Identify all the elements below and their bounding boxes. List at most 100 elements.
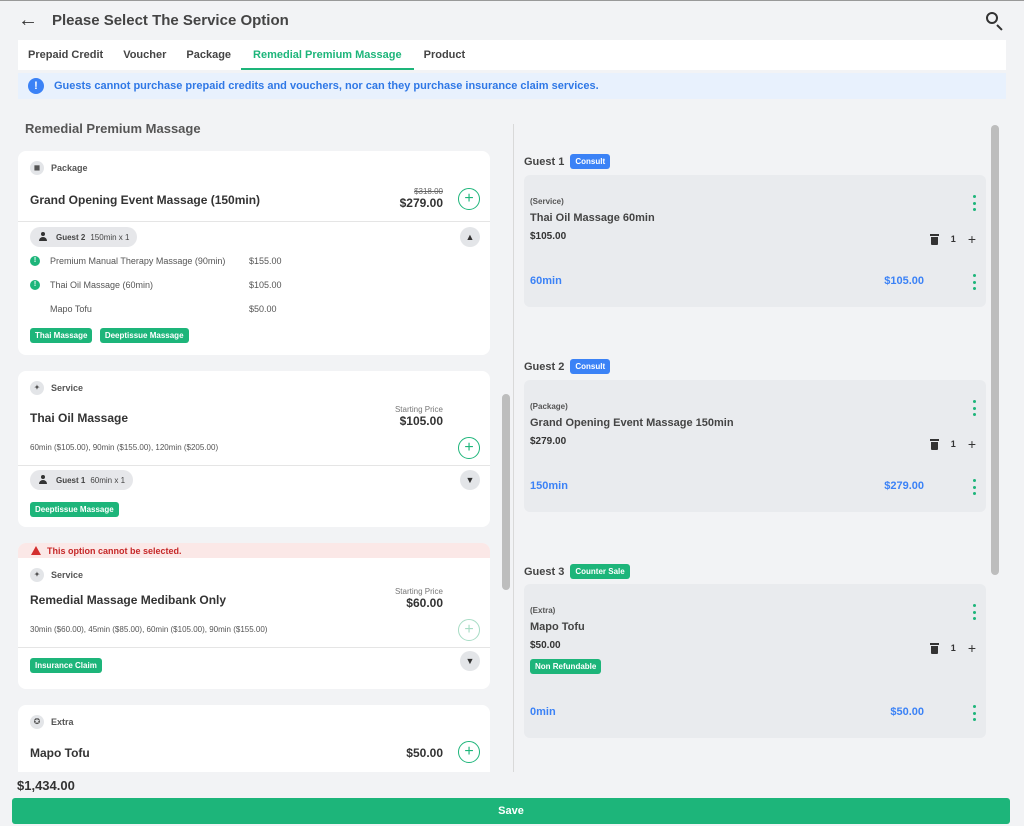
order-total: $1,434.00: [17, 778, 75, 793]
duration: 0min: [530, 706, 556, 718]
add-button[interactable]: +: [458, 188, 480, 210]
price: $105.00: [399, 414, 443, 428]
arrow-left-icon[interactable]: ←: [18, 9, 42, 32]
add-button-disabled: +: [458, 619, 480, 641]
trash-icon[interactable]: [929, 233, 939, 245]
category-tabs: Prepaid Credit Voucher Package Remedial …: [18, 40, 1006, 70]
plus-icon[interactable]: +: [968, 436, 976, 452]
plus-icon[interactable]: +: [968, 231, 976, 247]
package-item-price: $155.00: [249, 256, 282, 266]
duration-options: 60min ($105.00), 90min ($155.00), 120min…: [30, 443, 219, 452]
card-title: Remedial Massage Medibank Only: [30, 593, 227, 607]
package-item: ! Premium Manual Therapy Massage (90min): [30, 256, 225, 266]
card-type: ✦ Service: [18, 371, 490, 405]
alert-icon: !: [30, 280, 40, 290]
add-button[interactable]: +: [458, 741, 480, 763]
tag-list: Thai Massage Deeptissue Massage: [30, 327, 193, 343]
quantity: 1: [950, 439, 956, 449]
quantity: 1: [950, 643, 956, 653]
quantity: 1: [950, 234, 956, 244]
top-bar: ← Please Select The Service Option: [0, 0, 1024, 40]
info-icon: !: [28, 78, 44, 94]
guest-header: Guest 2 Consult: [524, 359, 611, 374]
item-type: (Service): [530, 197, 564, 206]
more-vertical-icon[interactable]: [972, 479, 976, 495]
price: $50.00: [406, 746, 443, 760]
add-button[interactable]: +: [458, 437, 480, 459]
more-vertical-icon[interactable]: [972, 400, 976, 416]
tab-product[interactable]: Product: [414, 40, 476, 70]
duration: 150min: [530, 480, 568, 492]
price-block: Starting Price $105.00: [395, 405, 443, 428]
tag: Deeptissue Massage: [99, 328, 189, 343]
more-vertical-icon[interactable]: [972, 274, 976, 290]
tab-voucher[interactable]: Voucher: [113, 40, 176, 70]
price-label: Starting Price: [394, 405, 443, 414]
card-title: Mapo Tofu: [30, 746, 90, 760]
card-title: Grand Opening Event Massage (150min): [30, 193, 261, 207]
package-icon: ◼: [30, 161, 44, 175]
more-vertical-icon[interactable]: [972, 705, 976, 721]
guest-header: Guest 3 Counter Sale: [524, 564, 630, 579]
package-item: Mapo Tofu: [50, 304, 92, 314]
price-block: Starting Price $60.00: [395, 587, 443, 610]
chevron-down-icon[interactable]: ▼: [460, 651, 480, 671]
tag: Thai Massage: [30, 328, 93, 343]
sparkle-icon: ✦: [30, 568, 44, 582]
warning-icon: [31, 546, 41, 555]
tag: Non Refundable: [530, 659, 602, 674]
item-price: $105.00: [530, 231, 567, 242]
item-name: Mapo Tofu: [530, 621, 585, 633]
save-button[interactable]: Save: [12, 798, 1010, 824]
tab-package[interactable]: Package: [176, 40, 241, 70]
tag-list: Deeptissue Massage: [30, 501, 123, 517]
item-type: (Extra): [530, 606, 556, 615]
chevron-down-icon[interactable]: ▼: [460, 470, 480, 490]
notice-text: Guests cannot purchase prepaid credits a…: [54, 80, 599, 92]
guest-item-card: (Service) Thai Oil Massage 60min $105.00…: [524, 175, 986, 307]
left-scrollbar[interactable]: [502, 394, 510, 590]
tag-list: Insurance Claim: [30, 657, 106, 673]
page-title: Please Select The Service Option: [52, 12, 289, 29]
trash-icon[interactable]: [929, 438, 939, 450]
duration: 60min: [530, 275, 562, 287]
more-vertical-icon[interactable]: [972, 195, 976, 211]
package-item-price: $105.00: [249, 280, 282, 290]
chevron-up-icon[interactable]: ▲: [460, 227, 480, 247]
user-icon: [38, 232, 48, 242]
guest-chip: Guest 1 60min x 1: [30, 470, 134, 490]
package-card: ◼ Package Grand Opening Event Massage (1…: [18, 151, 490, 355]
user-icon: [38, 475, 48, 485]
section-title: Remedial Premium Massage: [25, 121, 201, 136]
package-item-price: $50.00: [249, 304, 277, 314]
notice-banner: ! Guests cannot purchase prepaid credits…: [18, 73, 1006, 99]
item-total: $50.00: [890, 706, 924, 718]
item-name: Thai Oil Massage 60min: [530, 212, 655, 224]
old-price: $318.00: [414, 187, 443, 196]
trash-icon[interactable]: [929, 642, 939, 654]
price: $60.00: [406, 596, 443, 610]
price-label: Starting Price: [394, 587, 443, 596]
item-total: $279.00: [884, 480, 924, 492]
tag-list: Non Refundable: [530, 658, 605, 674]
puzzle-icon: ✪: [30, 715, 44, 729]
guest-item-card: (Package) Grand Opening Event Massage 15…: [524, 380, 986, 512]
plus-icon[interactable]: +: [968, 640, 976, 656]
tab-prepaid-credit[interactable]: Prepaid Credit: [18, 40, 113, 70]
alert-icon: !: [30, 256, 40, 266]
tab-remedial-premium-massage[interactable]: Remedial Premium Massage: [241, 40, 414, 70]
disabled-banner: This option cannot be selected.: [18, 543, 490, 558]
card-type: ◼ Package: [18, 151, 490, 185]
tag: Deeptissue Massage: [30, 502, 119, 517]
quantity-stepper: 1 +: [929, 436, 976, 452]
more-vertical-icon[interactable]: [972, 604, 976, 620]
price-block: $318.00 $279.00: [400, 187, 443, 210]
status-badge: Consult: [570, 154, 611, 169]
guest-chip: Guest 2 150min x 1: [30, 227, 138, 247]
right-scrollbar[interactable]: [991, 125, 999, 575]
search-icon[interactable]: [984, 10, 1006, 32]
card-title: Thai Oil Massage: [30, 411, 129, 425]
duration-options: 30min ($60.00), 45min ($85.00), 60min ($…: [30, 625, 268, 634]
status-badge: Counter Sale: [570, 564, 630, 579]
service-list[interactable]: Remedial Premium Massage ◼ Package Grand…: [18, 110, 490, 772]
